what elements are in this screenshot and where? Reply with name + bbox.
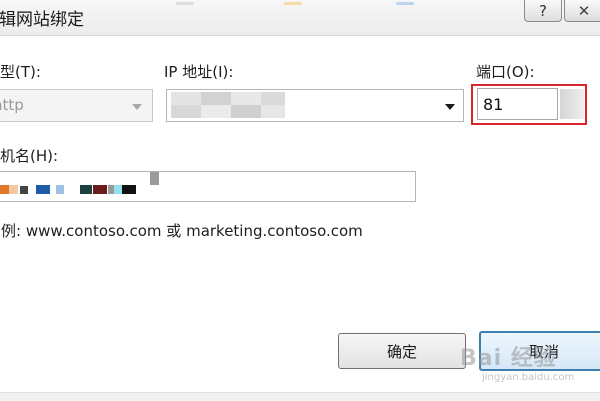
ip-value-blurred — [171, 92, 287, 118]
decorative-dot — [176, 2, 194, 5]
ok-button[interactable]: 确定 — [338, 333, 466, 369]
type-select-value: http — [0, 96, 24, 114]
host-name-input[interactable] — [0, 171, 416, 202]
host-value-blurred — [0, 172, 170, 202]
port-highlight-box — [471, 84, 587, 125]
ip-select[interactable] — [166, 89, 464, 122]
help-icon: ? — [539, 1, 547, 20]
watermark-url: jingyan.baidu.com — [482, 372, 575, 383]
host-label: 主机名(H): — [0, 147, 59, 165]
ip-label: IP 地址(I): — [164, 63, 234, 81]
dialog-titlebar: 编辑网站绑定 ? ✕ — [0, 0, 600, 36]
close-button[interactable]: ✕ — [564, 0, 600, 22]
chevron-down-icon — [132, 104, 142, 110]
watermark-logo: Bai 经验 — [460, 346, 557, 371]
example-text: 示例: www.contoso.com 或 marketing.contoso.… — [0, 222, 363, 240]
help-button[interactable]: ? — [524, 0, 562, 22]
port-label: 端口(O): — [476, 63, 535, 81]
chevron-down-icon — [445, 104, 455, 110]
type-label: 类型(T): — [0, 63, 41, 81]
type-select[interactable]: http — [0, 89, 153, 122]
dialog-title: 编辑网站绑定 — [0, 10, 84, 30]
close-icon: ✕ — [577, 1, 591, 20]
decorative-dot — [396, 2, 414, 5]
decorative-dot — [284, 2, 302, 5]
